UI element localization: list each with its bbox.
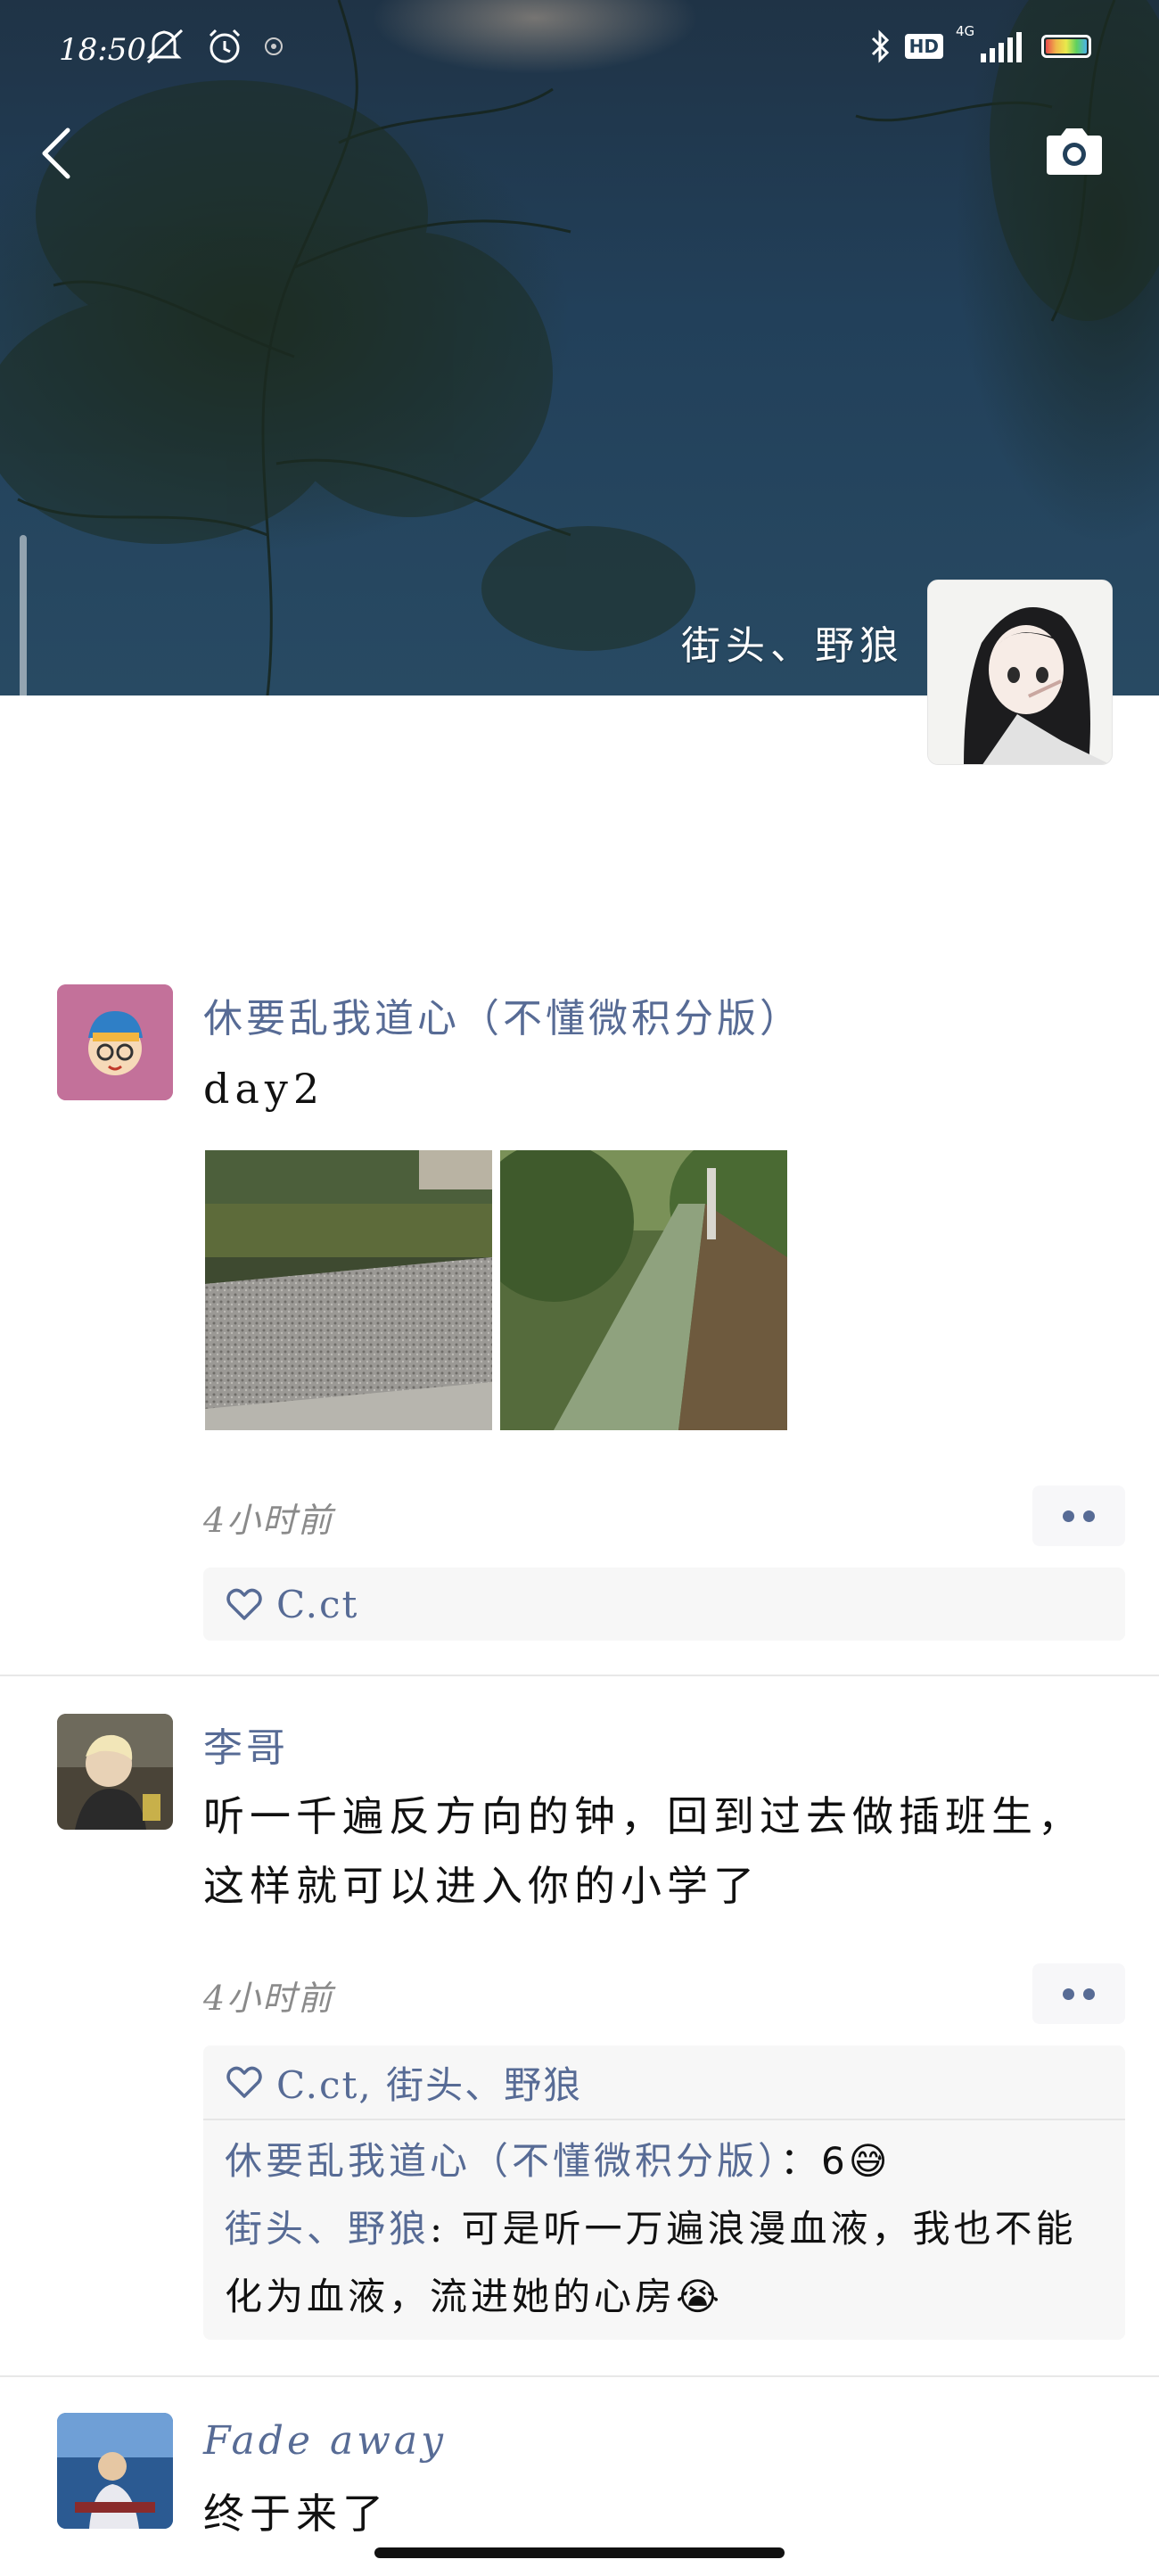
avatar[interactable] — [57, 984, 173, 1100]
cartoon-boy-avatar — [57, 984, 173, 1100]
signal-icon: 4G — [956, 23, 1029, 64]
dot-icon — [1063, 1510, 1074, 1522]
anime-girl-avatar — [928, 580, 1112, 764]
post-text: day2 — [203, 1065, 325, 1113]
comment[interactable]: 街头、野狼: 可是听一万遍浪漫血液，我也不能化为血液，流进她的心房😭 — [203, 2195, 1125, 2331]
mute-icon — [146, 29, 184, 64]
comment[interactable]: 休要乱我道心（不懂微积分版）：6😅 — [203, 2127, 1125, 2195]
photo-gravel[interactable] — [205, 1150, 492, 1430]
post-text: 听一千遍反方向的钟，回到过去做插班生，这样就可以进入你的小学了 — [203, 1792, 1084, 1910]
photo-avatar — [57, 1714, 173, 1830]
more-actions-button[interactable] — [1032, 1486, 1125, 1546]
status-time: 18:50 — [59, 32, 146, 68]
back-button[interactable] — [36, 125, 80, 182]
like-row: C.ct — [203, 1568, 1125, 1641]
avatar[interactable] — [57, 1714, 173, 1830]
username[interactable]: 休要乱我道心（不懂微积分版） — [203, 986, 802, 1043]
location-icon — [265, 37, 283, 55]
like-row: C.ct, 街头、野狼 — [203, 2045, 1125, 2119]
avatar[interactable] — [57, 2413, 173, 2529]
username[interactable]: 李哥 — [203, 1716, 289, 1773]
comment-separator: ： — [780, 2139, 822, 2183]
divider — [0, 1675, 1159, 1676]
username[interactable]: Fade away — [203, 2418, 447, 2464]
photo-path[interactable] — [500, 1150, 787, 1430]
camera-icon — [1047, 128, 1102, 175]
post-text: 终于来了 — [203, 2490, 389, 2538]
post-time: 4小时前 — [203, 1979, 334, 2018]
photo-avatar — [57, 2413, 173, 2529]
interaction-box: C.ct — [203, 1568, 1125, 1641]
alarm-icon — [209, 29, 241, 63]
comment-separator: : — [430, 2207, 462, 2251]
bluetooth-icon — [871, 29, 889, 63]
heart-icon — [226, 1588, 262, 1620]
chevron-left-icon — [42, 128, 70, 179]
battery-icon — [1041, 35, 1091, 58]
divider — [0, 2375, 1159, 2377]
heart-icon — [226, 2066, 262, 2098]
dot-icon — [1083, 1510, 1095, 1522]
more-actions-button[interactable] — [1032, 1963, 1125, 2024]
path-photo — [500, 1150, 787, 1430]
comment-author[interactable]: 休要乱我道心（不懂微积分版） — [225, 2139, 780, 2183]
comment-text: 6😅 — [821, 2139, 892, 2183]
likers[interactable]: C.ct, 街头、野狼 — [276, 2055, 582, 2110]
status-bar: 18:50 HD 4G — [0, 23, 1159, 77]
scroll-indicator[interactable] — [20, 535, 27, 695]
dot-icon — [1083, 1988, 1095, 2000]
interaction-box: C.ct, 街头、野狼 休要乱我道心（不懂微积分版）：6😅 街头、野狼: 可是听… — [203, 2045, 1125, 2340]
likers[interactable]: C.ct — [276, 1583, 358, 1626]
camera-button[interactable] — [1043, 125, 1106, 178]
dot-icon — [1063, 1988, 1074, 2000]
owner-name[interactable]: 街头、野狼 — [681, 613, 904, 671]
hd-icon: HD — [904, 34, 943, 59]
comment-author[interactable]: 街头、野狼 — [225, 2207, 430, 2251]
home-indicator[interactable] — [374, 2547, 785, 2558]
owner-avatar[interactable] — [927, 580, 1113, 765]
gravel-photo — [205, 1150, 492, 1430]
post-time: 4小时前 — [203, 1501, 334, 1540]
